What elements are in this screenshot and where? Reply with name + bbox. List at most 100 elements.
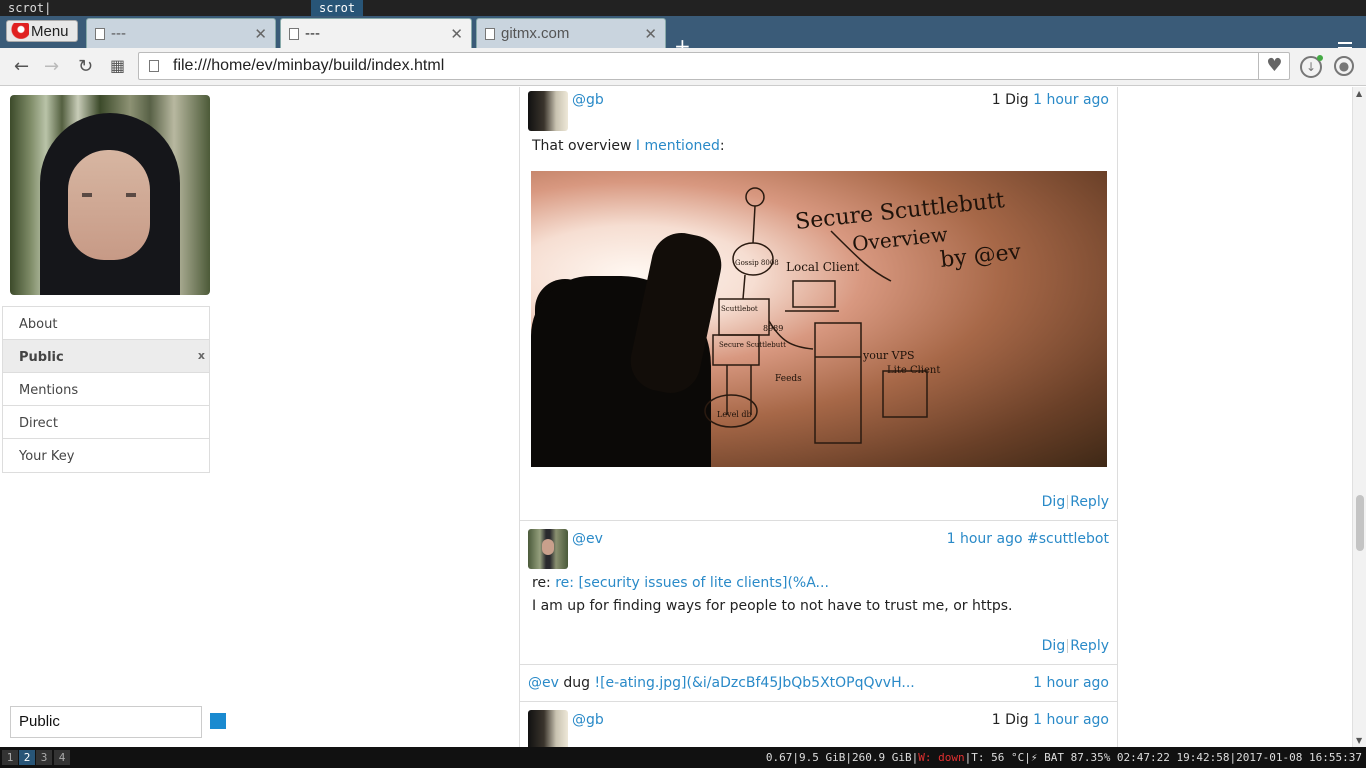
workspace-button[interactable]: 1 — [2, 750, 18, 765]
tab-title: --- — [111, 25, 126, 42]
i3-status-bar: 1 2 3 4 0.67|9.5 GiB|260.9 GiB|W: down|T… — [0, 747, 1366, 768]
tab-2[interactable]: --- ✕ — [280, 18, 472, 48]
workspace-button[interactable]: 3 — [36, 750, 52, 765]
address-toolbar: ← → ↻ ▦ file:///home/ev/minbay/build/ind… — [0, 48, 1366, 86]
post: @gb 1 Dig 1 hour ago — [520, 702, 1117, 747]
drawing-label: Scuttlebot — [721, 305, 758, 313]
channel-link[interactable]: #scuttlebot — [1027, 531, 1109, 547]
post-author-link[interactable]: @ev — [572, 531, 603, 547]
sidebar-item-mentions[interactable]: Mentions — [3, 373, 209, 406]
timestamp-link[interactable]: 1 hour ago — [1033, 92, 1109, 108]
dig-count: 1 Dig — [991, 712, 1029, 728]
post-body: re: re: [security issues of lite clients… — [532, 575, 829, 591]
post-author-link[interactable]: @gb — [572, 92, 604, 108]
browser-menu-label: Menu — [31, 22, 69, 40]
page-scrollbar[interactable]: ▲ ▼ — [1352, 87, 1366, 747]
launcher-suggestion[interactable]: scrot — [311, 0, 364, 16]
launcher-bar: scrot| scrot — [0, 0, 1366, 16]
post-text: That overview — [532, 138, 632, 154]
dig-notice-text: @ev dug ![e-ating.jpg](&i/aDzcBf45JbQb5X… — [528, 675, 915, 691]
battery-status: ⚡ BAT 87.35% 02:47:22 19:42:58 — [1030, 751, 1230, 764]
workspace-button[interactable]: 4 — [54, 750, 70, 765]
clock: 2017-01-08 16:55:37 — [1236, 751, 1362, 764]
compose-submit-button[interactable] — [210, 713, 226, 729]
avatar[interactable] — [528, 91, 568, 131]
post-meta: 1 Dig 1 hour ago — [992, 712, 1109, 728]
forward-icon[interactable]: → — [44, 56, 59, 77]
close-tab-icon[interactable]: ✕ — [644, 25, 657, 43]
post-meta: 1 Dig 1 hour ago — [992, 92, 1109, 108]
post-text-suffix: : — [719, 138, 725, 154]
sidebar-item-your-key[interactable]: Your Key — [3, 439, 209, 472]
reply-button[interactable]: Reply — [1070, 638, 1109, 654]
sidebar-item-label: Mentions — [19, 383, 79, 398]
timestamp-link[interactable]: 1 hour ago — [1033, 712, 1109, 728]
close-tab-icon[interactable]: ✕ — [450, 25, 463, 43]
tab-title: gitmx.com — [501, 25, 570, 42]
vivaldi-logo-icon — [9, 23, 29, 39]
post-actions: Dig Reply — [1042, 494, 1109, 510]
post-author-link[interactable]: @ev — [528, 675, 559, 691]
reply-button[interactable]: Reply — [1070, 494, 1109, 510]
url-text: file:///home/ev/minbay/build/index.html — [173, 57, 445, 74]
post: @ev 1 hour ago #scuttlebot re: re: [secu… — [520, 521, 1117, 665]
tab-3[interactable]: gitmx.com ✕ — [476, 18, 666, 48]
drawing-label: Gossip 8008 — [735, 259, 779, 267]
drawing-label: Secure Scuttlebutt — [719, 341, 786, 349]
post-text: I am up for finding ways for people to n… — [532, 598, 1013, 614]
scroll-down-icon[interactable]: ▼ — [1356, 736, 1362, 745]
post-meta: 1 hour ago #scuttlebot — [947, 531, 1109, 547]
post-image[interactable]: Secure Scuttlebutt Overview by @ev Local… — [531, 171, 1107, 467]
download-icon[interactable]: ↓ — [1300, 55, 1323, 78]
drawing-label: your VPS — [862, 349, 915, 362]
account-icon[interactable]: ● — [1334, 56, 1354, 76]
dig-button[interactable]: Dig — [1042, 494, 1066, 510]
dig-button[interactable]: Dig — [1042, 638, 1066, 654]
dig-verb: dug — [563, 675, 591, 691]
address-input[interactable]: file:///home/ev/minbay/build/index.html — [138, 52, 1290, 80]
drawing-label: Feeds — [775, 374, 802, 384]
page-icon — [95, 27, 105, 40]
launcher-input[interactable]: scrot| — [8, 1, 51, 15]
page-icon — [485, 27, 495, 40]
scrollbar-thumb[interactable] — [1356, 495, 1364, 551]
workspace-button-active[interactable]: 2 — [19, 750, 35, 765]
scroll-up-icon[interactable]: ▲ — [1356, 89, 1362, 98]
page-viewport: About Public x Mentions Direct Your Key P… — [0, 87, 1366, 747]
avatar[interactable] — [528, 710, 568, 747]
dig-count: 1 Dig — [991, 92, 1029, 108]
timestamp-link[interactable]: 1 hour ago — [1033, 675, 1109, 691]
post-body: That overview I mentioned: — [532, 138, 725, 154]
reply-target-link[interactable]: re: [security issues of lite clients](%A… — [555, 575, 829, 591]
close-icon[interactable]: x — [198, 349, 205, 362]
speed-dial-icon[interactable]: ▦ — [110, 56, 125, 75]
post-actions: Dig Reply — [1042, 638, 1109, 654]
post-meta: 1 hour ago — [1033, 675, 1109, 691]
timestamp-link[interactable]: 1 hour ago — [947, 531, 1023, 547]
sidebar-item-about[interactable]: About — [3, 307, 209, 340]
dug-message-link[interactable]: ![e-ating.jpg](&i/aDzcBf45JbQb5XtOPqQvvH… — [594, 675, 914, 691]
sidebar-item-direct[interactable]: Direct — [3, 406, 209, 439]
page-icon — [289, 27, 299, 40]
post-author-link[interactable]: @gb — [572, 712, 604, 728]
reload-icon[interactable]: ↻ — [78, 56, 93, 77]
heart-icon[interactable]: ♥ — [1258, 52, 1290, 80]
avatar[interactable] — [528, 529, 568, 569]
sidebar-item-label: Public — [19, 350, 64, 365]
tab-title: --- — [305, 25, 320, 42]
load-average: 0.67 — [765, 751, 793, 764]
profile-avatar[interactable] — [10, 95, 210, 295]
message-feed: @gb 1 Dig 1 hour ago That overview I men… — [519, 87, 1118, 747]
back-icon[interactable]: ← — [14, 56, 29, 77]
tab-bar: Menu --- ✕ --- ✕ gitmx.com ✕ + — [0, 16, 1366, 56]
wifi-status: W: down — [918, 751, 965, 764]
browser-menu-button[interactable]: Menu — [6, 20, 78, 42]
sidebar-item-public[interactable]: Public x — [3, 340, 209, 373]
compose-input[interactable]: Public — [10, 706, 202, 738]
whiteboard-drawing: Secure Scuttlebutt Overview by @ev Local… — [704, 187, 1023, 444]
mention-link[interactable]: I mentioned — [636, 138, 720, 154]
page-icon — [149, 60, 159, 72]
tab-1[interactable]: --- ✕ — [86, 18, 276, 48]
dig-notice: @ev dug ![e-ating.jpg](&i/aDzcBf45JbQb5X… — [520, 665, 1117, 702]
close-tab-icon[interactable]: ✕ — [254, 25, 267, 43]
